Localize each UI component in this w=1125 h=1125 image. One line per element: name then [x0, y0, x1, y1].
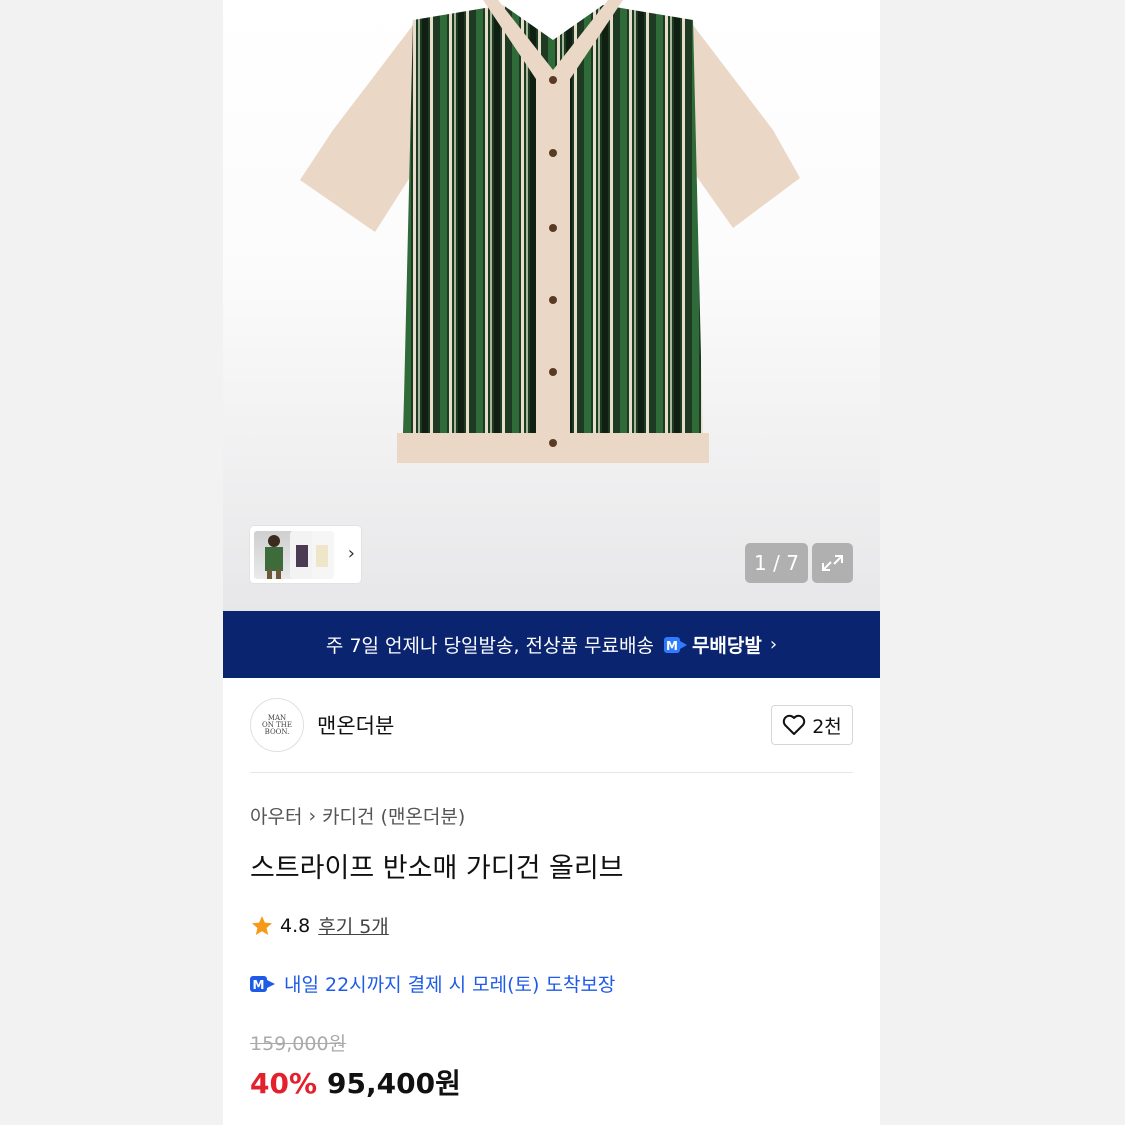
rating-row: 4.8 후기 5개 — [250, 912, 389, 939]
chevron-right-icon: › — [308, 804, 317, 827]
star-icon — [252, 915, 272, 935]
original-price: 159,000원 — [250, 1033, 347, 1055]
image-counter: 1 / 7 — [745, 543, 808, 583]
reviews-link[interactable]: 후기 5개 — [318, 912, 389, 939]
musinsa-delivery-icon: M — [663, 635, 688, 655]
brand-logo[interactable]: MAN ON THE BOON. — [250, 698, 304, 752]
thumbnail-1[interactable] — [254, 531, 294, 579]
discount-rate: 40% — [250, 1067, 318, 1100]
sale-price: 95,400원 — [327, 1067, 461, 1100]
delivery-guarantee: M 내일 22시까지 결제 시 모레(토) 도착보장 — [250, 970, 615, 997]
product-page: › 1 / 7 주 7일 언제나 당일발송, 전상품 무료배송 M 무배당발 ›… — [223, 0, 880, 1125]
heart-icon — [783, 714, 806, 735]
banner-text: 주 7일 언제나 당일발송, 전상품 무료배송 — [325, 635, 654, 657]
product-title: 스트라이프 반소매 가디건 올리브 — [250, 853, 624, 884]
chevron-right-icon: › — [769, 634, 778, 655]
delivery-text: 내일 22시까지 결제 시 모레(토) 도착보장 — [284, 974, 616, 996]
product-image — [300, 0, 800, 463]
expand-icon[interactable] — [812, 543, 853, 583]
like-button[interactable]: 2천 — [771, 705, 853, 745]
divider — [250, 772, 853, 773]
breadcrumb: 아우터 › 카디건 (맨온더분) — [250, 802, 465, 829]
thumbnail-3[interactable] — [312, 531, 334, 579]
musinsa-delivery-icon: M — [250, 974, 276, 994]
price-row: 40% 95,400원 — [250, 1062, 461, 1102]
free-shipping-banner[interactable]: 주 7일 언제나 당일발송, 전상품 무료배송 M 무배당발 › — [223, 611, 880, 678]
svg-text:M: M — [253, 978, 265, 992]
thumbnail-strip[interactable]: › — [250, 526, 361, 583]
product-image-gallery[interactable]: › 1 / 7 — [223, 0, 880, 611]
chevron-right-icon[interactable]: › — [348, 544, 355, 564]
breadcrumb-item-outer[interactable]: 아우터 — [250, 802, 302, 829]
seller-name[interactable]: 맨온더분 — [317, 710, 394, 740]
like-count: 2천 — [812, 715, 842, 738]
breadcrumb-item-cardigan[interactable]: 카디건 (맨온더분) — [322, 802, 465, 829]
rating-score: 4.8 — [280, 914, 311, 937]
seller-row: MAN ON THE BOON. 맨온더분 2천 — [250, 698, 853, 752]
svg-text:M: M — [666, 639, 678, 653]
banner-brand: 무배당발 — [691, 635, 762, 657]
